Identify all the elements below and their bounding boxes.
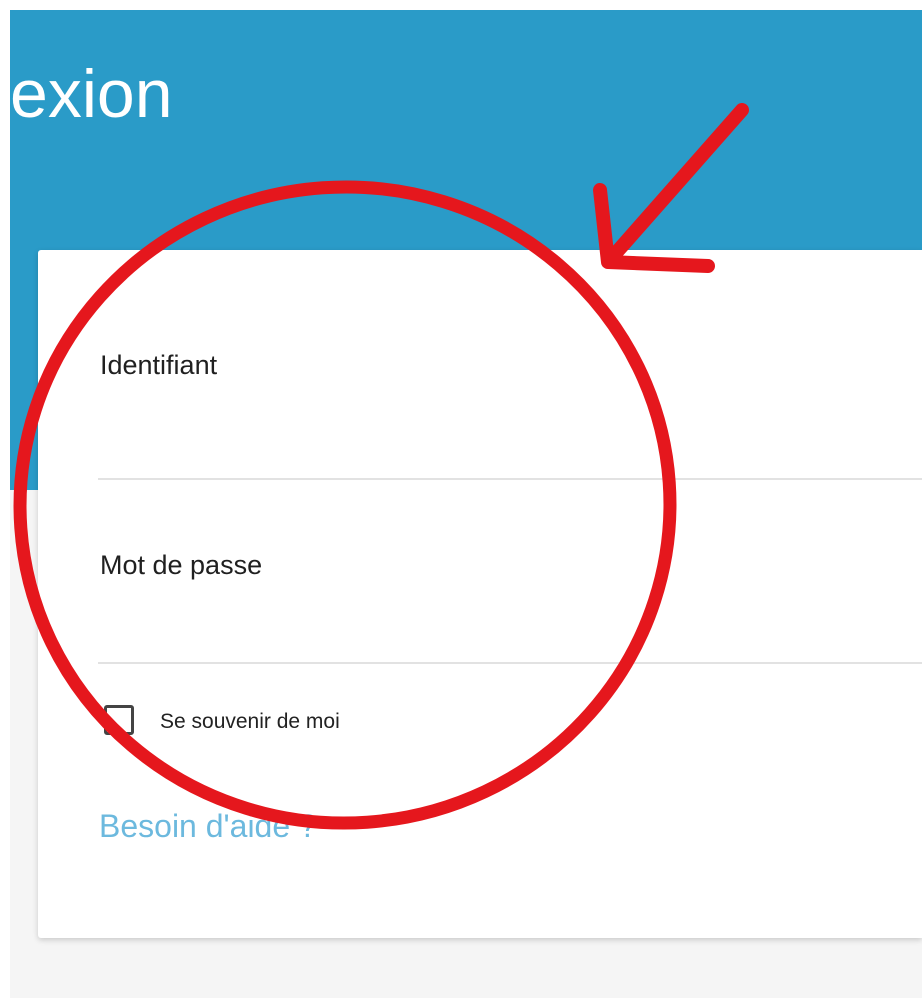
username-label: Identifiant (100, 350, 218, 380)
remember-me-checkbox[interactable] (104, 705, 134, 735)
password-label: Mot de passe (100, 550, 263, 580)
page-title: exion (10, 56, 173, 132)
remember-me-label[interactable]: Se souvenir de moi (160, 710, 340, 734)
password-input[interactable] (98, 610, 922, 664)
login-card: Identifiant Mot de passe Se souvenir de … (38, 250, 922, 938)
help-link[interactable]: Besoin d'aide ? (99, 808, 317, 845)
username-input[interactable] (98, 426, 922, 480)
